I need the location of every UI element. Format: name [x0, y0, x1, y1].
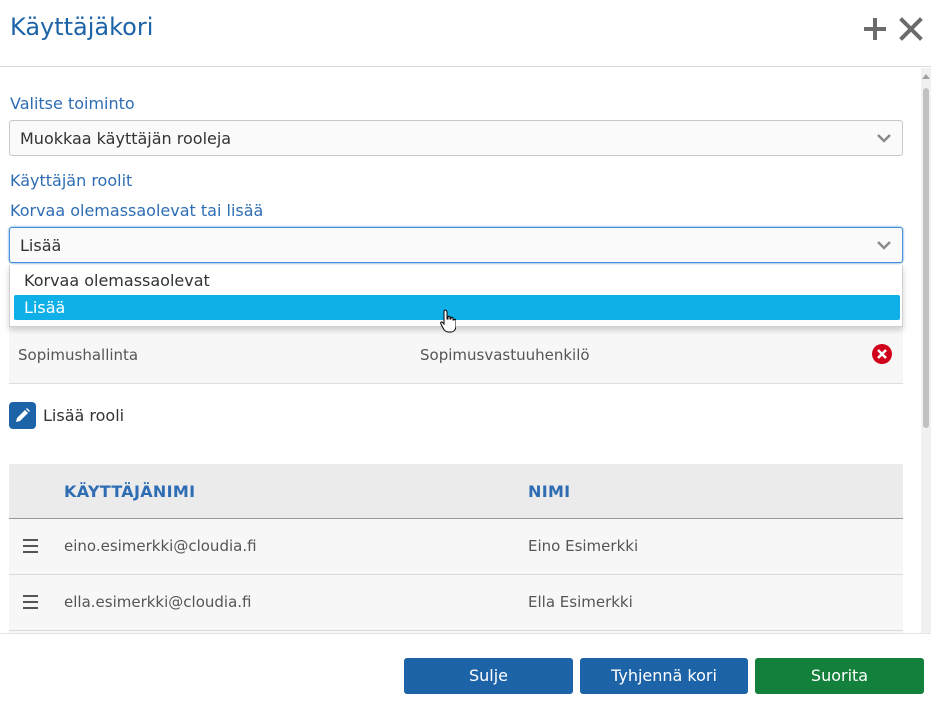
run-button[interactable]: Suorita — [755, 658, 924, 694]
plus-icon[interactable] — [862, 16, 888, 42]
scroll-up-icon[interactable] — [922, 74, 930, 79]
name-cell: Ella Esimerkki — [528, 593, 633, 611]
hand-cursor-icon — [440, 309, 457, 338]
vertical-scrollbar[interactable] — [921, 68, 931, 633]
close-icon[interactable] — [898, 16, 924, 42]
action-select-value: Muokkaa käyttäjän rooleja — [20, 129, 232, 148]
mode-dropdown: Korvaa olemassaolevat Lisää — [9, 265, 903, 327]
role-name: Sopimusvastuuhenkilö — [420, 346, 590, 364]
table-row: eino.esimerkki@cloudia.fi Eino Esimerkki — [9, 519, 903, 575]
option-add[interactable]: Lisää — [14, 295, 900, 320]
table-header: KÄYTTÄJÄNIMI NIMI — [9, 464, 903, 519]
action-label: Valitse toiminto — [10, 94, 135, 113]
pencil-icon — [9, 402, 36, 429]
username-cell: ella.esimerkki@cloudia.fi — [64, 593, 252, 611]
modal-header: Käyttäjäkori — [0, 0, 931, 67]
close-button[interactable]: Sulje — [404, 658, 573, 694]
table-row: ella.esimerkki@cloudia.fi Ella Esimerkki — [9, 575, 903, 631]
modal-title: Käyttäjäkori — [10, 13, 154, 41]
remove-role-icon[interactable] — [871, 343, 893, 365]
name-cell: Eino Esimerkki — [528, 537, 639, 555]
username-cell: eino.esimerkki@cloudia.fi — [64, 537, 257, 555]
column-name[interactable]: NIMI — [528, 482, 570, 501]
modal-footer: Sulje Tyhjennä kori Suorita — [0, 633, 931, 721]
mode-select-value: Lisää — [20, 236, 62, 255]
chevron-down-icon — [877, 241, 891, 250]
role-row: Sopimushallinta Sopimusvastuuhenkilö — [9, 324, 903, 384]
column-username[interactable]: KÄYTTÄJÄNIMI — [64, 482, 195, 501]
chevron-down-icon — [877, 134, 891, 143]
roles-label: Käyttäjän roolit — [10, 171, 133, 190]
modal-body: Valitse toiminto Muokkaa käyttäjän roole… — [0, 68, 921, 633]
add-role-label: Lisää rooli — [43, 406, 125, 425]
scroll-thumb[interactable] — [923, 88, 929, 428]
drag-handle-icon[interactable] — [23, 539, 38, 553]
mode-select[interactable]: Lisää — [9, 227, 903, 263]
option-replace[interactable]: Korvaa olemassaolevat — [14, 268, 900, 293]
mode-label: Korvaa olemassaolevat tai lisää — [10, 201, 264, 220]
role-category: Sopimushallinta — [18, 346, 139, 364]
action-select[interactable]: Muokkaa käyttäjän rooleja — [9, 120, 903, 156]
clear-cart-button[interactable]: Tyhjennä kori — [580, 658, 748, 694]
drag-handle-icon[interactable] — [23, 595, 38, 609]
